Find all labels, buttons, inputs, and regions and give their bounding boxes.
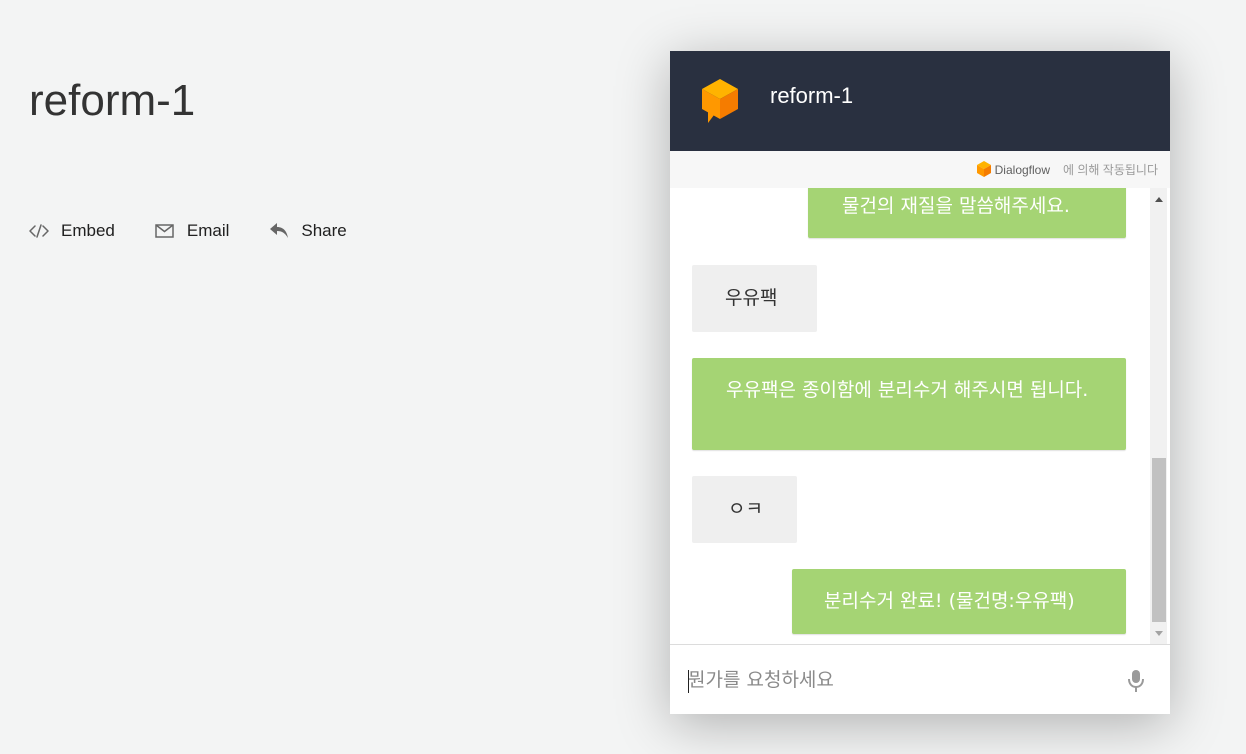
chat-widget: reform-1 Dialogflow 에 의해 작동됩니다 물건의 재질을 말… <box>670 51 1170 714</box>
share-actions: Embed Email Share <box>29 218 387 244</box>
message-list: 물건의 재질을 말씀해주세요. 우유팩 우유팩은 종이함에 분리수거 해주시면 … <box>670 188 1170 644</box>
embed-label: Embed <box>61 221 115 240</box>
powered-by-suffix: 에 의해 작동됩니다 <box>1063 163 1158 177</box>
page-title: reform-1 <box>29 76 196 125</box>
chat-header: reform-1 <box>670 51 1170 151</box>
email-button[interactable]: Email <box>155 221 230 241</box>
bot-message: 우유팩은 종이함에 분리수거 해주시면 됩니다. <box>692 358 1126 450</box>
chat-input[interactable] <box>688 663 1108 697</box>
reply-arrow-icon <box>269 221 289 241</box>
microphone-icon[interactable] <box>1126 669 1146 693</box>
dialogflow-logo-icon <box>976 161 991 177</box>
scroll-down-arrow-icon[interactable] <box>1155 631 1163 636</box>
dialogflow-brand[interactable]: Dialogflow <box>976 160 1050 179</box>
scroll-up-arrow-icon[interactable] <box>1155 197 1163 202</box>
powered-by-bar: Dialogflow 에 의해 작동됩니다 <box>670 151 1170 188</box>
scroll-thumb[interactable] <box>1152 458 1166 622</box>
text-caret <box>688 670 689 693</box>
envelope-icon <box>155 221 175 241</box>
user-message: 우유팩 <box>692 265 817 332</box>
bot-message: 분리수거 완료! (물건명:우유팩) <box>792 569 1126 634</box>
dialogflow-agent-icon <box>702 79 738 123</box>
share-button[interactable]: Share <box>269 221 347 241</box>
share-label: Share <box>301 221 347 240</box>
user-message: ㅇㅋ <box>692 476 797 543</box>
message-scrollbar[interactable] <box>1150 188 1167 644</box>
bot-message: 물건의 재질을 말씀해주세요. <box>808 188 1126 238</box>
code-icon <box>29 221 49 241</box>
dialogflow-brand-label: Dialogflow <box>994 162 1050 177</box>
email-label: Email <box>186 221 230 240</box>
chat-input-bar <box>670 644 1170 714</box>
agent-name: reform-1 <box>770 83 854 108</box>
embed-button[interactable]: Embed <box>29 221 115 241</box>
